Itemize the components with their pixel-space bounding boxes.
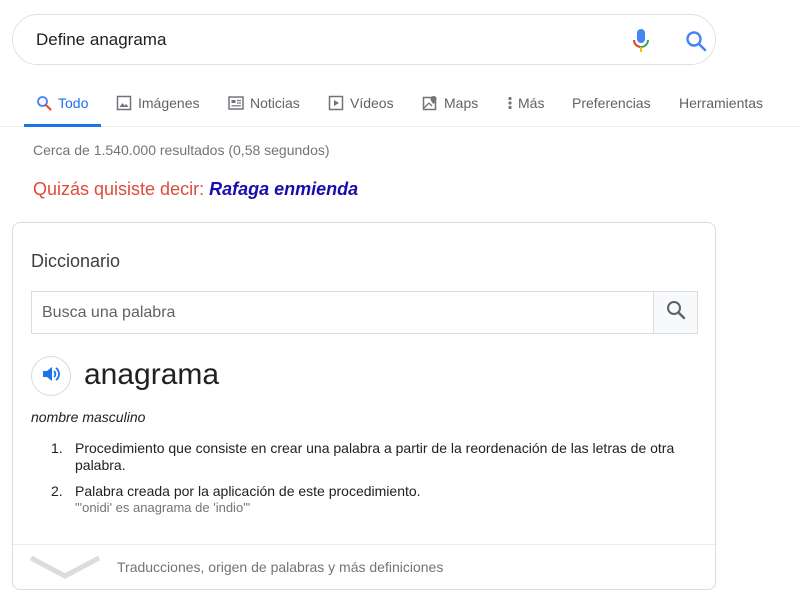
headword: anagrama <box>84 358 220 391</box>
tab-preferences[interactable]: Preferencias <box>572 80 651 126</box>
spelling-suggestion: Quizás quisiste decir: Rafaga enmienda <box>33 179 358 200</box>
search-icon <box>36 95 52 111</box>
tab-label: Más <box>518 95 545 111</box>
tab-videos[interactable]: Vídeos <box>328 80 394 126</box>
tab-images[interactable]: Imágenes <box>116 80 199 126</box>
tab-label: Vídeos <box>350 95 394 111</box>
more-definitions-link[interactable]: Traducciones, origen de palabras y más d… <box>13 544 715 589</box>
spelling-lead: Quizás quisiste decir: <box>33 179 210 199</box>
tab-label: Todo <box>58 95 89 111</box>
result-stats: Cerca de 1.540.000 resultados (0,58 segu… <box>33 142 330 158</box>
search-icon[interactable] <box>685 30 707 52</box>
tab-label: Noticias <box>250 95 300 111</box>
speaker-icon <box>41 365 61 388</box>
definition-item: 2. Palabra creada por la aplicación de e… <box>51 483 691 515</box>
tab-more[interactable]: Más <box>507 80 544 126</box>
news-icon <box>228 95 244 111</box>
dictionary-search-button[interactable] <box>653 291 698 334</box>
part-of-speech: nombre masculino <box>31 409 146 425</box>
tab-label: Maps <box>444 95 479 111</box>
definition-item: 1. Procedimiento que consiste en crear u… <box>51 440 691 474</box>
tab-label: Preferencias <box>572 95 651 111</box>
definition-number: 2. <box>51 483 63 499</box>
definition-text: Procedimiento que consiste en crear una … <box>75 440 675 473</box>
more-definitions-label: Traducciones, origen de palabras y más d… <box>117 559 444 575</box>
tab-todo[interactable]: Todo <box>24 80 101 127</box>
spelling-suggestion-link[interactable]: Rafaga enmienda <box>209 179 358 199</box>
card-title: Diccionario <box>31 251 121 271</box>
search-input[interactable] <box>36 30 596 50</box>
pronunciation-button[interactable] <box>31 356 71 396</box>
definition-example: "'onidi' es anagrama de 'indio'" <box>75 500 251 515</box>
tab-label: Herramientas <box>679 95 764 111</box>
search-icon <box>666 300 686 325</box>
definition-text: Palabra creada por la aplicación de este… <box>75 483 421 499</box>
tab-tools[interactable]: Herramientas <box>679 80 763 126</box>
definition-list: 1. Procedimiento que consiste en crear u… <box>51 440 691 524</box>
chevron-down-icon <box>29 554 101 580</box>
more-vert-icon <box>507 95 515 111</box>
dictionary-card: Diccionario anagrama nombre masculino 1. <box>12 222 716 590</box>
search-tabs: Todo Imágenes Noticias Vídeos Maps Más P… <box>0 80 800 127</box>
tab-news[interactable]: Noticias <box>228 80 300 126</box>
tab-maps[interactable]: Maps <box>422 80 478 126</box>
search-box[interactable] <box>12 14 716 65</box>
dictionary-search-input[interactable] <box>31 291 654 334</box>
image-icon <box>116 95 132 111</box>
tab-label: Imágenes <box>138 95 200 111</box>
map-icon <box>422 95 438 111</box>
video-icon <box>328 95 344 111</box>
definition-number: 1. <box>51 440 63 456</box>
microphone-icon[interactable] <box>631 28 651 54</box>
dictionary-search <box>31 291 698 334</box>
